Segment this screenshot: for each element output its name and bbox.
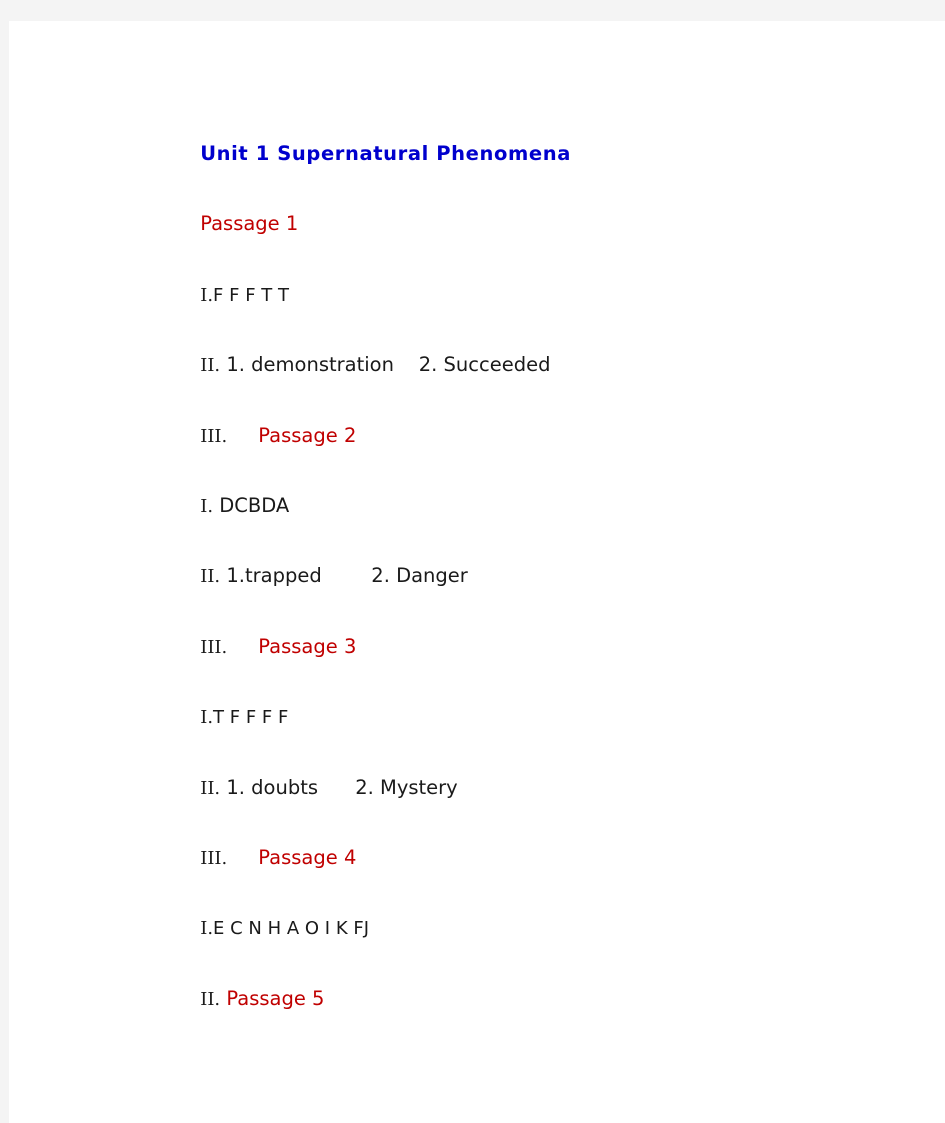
answer-text-p1-iii bbox=[227, 424, 258, 447]
answer-line-p3-i: I.T F F F F bbox=[163, 669, 923, 739]
roman-numeral-ii: II. bbox=[200, 777, 221, 799]
roman-numeral-i: I. bbox=[200, 495, 214, 517]
answer-line-p3-iii: III. Passage 4 bbox=[163, 810, 923, 880]
page-title: Unit 1 Supernatural Phenomena bbox=[200, 142, 571, 165]
answer-text-p3-iii bbox=[227, 846, 258, 869]
roman-numeral-ii: II. bbox=[200, 566, 221, 588]
answer-line-p4-i: I.E C N H A O I K FJ bbox=[163, 880, 923, 950]
document-body: Unit 1 Supernatural Phenomena Passage 1 … bbox=[163, 106, 923, 1021]
roman-numeral-i: I. bbox=[200, 918, 214, 940]
answer-line-p2-i: I. DCBDA bbox=[163, 458, 923, 528]
roman-numeral-i: I. bbox=[200, 707, 214, 729]
answer-line-p2-ii: II. 1.trapped 2. Danger bbox=[163, 528, 923, 598]
answer-text-p3-i: T F F F F bbox=[213, 707, 289, 729]
answer-line-p3-ii: II. 1. doubts 2. Mystery bbox=[163, 740, 923, 810]
roman-numeral-iii: III. bbox=[200, 847, 228, 869]
answer-text-p1-i: F F F T T bbox=[213, 284, 289, 306]
answer-text-p4-i: E C N H A O I K FJ bbox=[213, 918, 370, 940]
passage-heading-5: Passage 5 bbox=[226, 986, 325, 1010]
answer-line-p2-iii: III. Passage 3 bbox=[163, 599, 923, 669]
passage-heading-2: Passage 2 bbox=[258, 423, 357, 447]
document-page: Unit 1 Supernatural Phenomena Passage 1 … bbox=[9, 21, 945, 1123]
passage-heading-4: Passage 4 bbox=[258, 845, 357, 869]
document-heading-line: Unit 1 Supernatural Phenomena bbox=[163, 106, 923, 176]
answer-text-p2-iii bbox=[227, 635, 258, 658]
answer-line-p1-ii: II. 1. demonstration 2. Succeeded bbox=[163, 317, 923, 387]
roman-numeral-ii: II. bbox=[200, 355, 221, 377]
answer-line-p1-i: I.F F F T T bbox=[163, 247, 923, 317]
answer-text-p2-i: DCBDA bbox=[213, 493, 290, 517]
roman-numeral-iii: III. bbox=[200, 425, 228, 447]
roman-numeral-i: I. bbox=[200, 284, 214, 306]
roman-numeral-ii: II. bbox=[200, 988, 221, 1010]
answer-text-p3-ii: 1. doubts 2. Mystery bbox=[220, 775, 458, 799]
passage-heading-3: Passage 3 bbox=[258, 634, 357, 658]
answer-text-p2-ii: 1.trapped 2. Danger bbox=[220, 564, 468, 588]
answer-line-p4-ii: II. Passage 5 bbox=[163, 951, 923, 1021]
roman-numeral-iii: III. bbox=[200, 636, 228, 658]
answer-text-p1-ii: 1. demonstration 2. Succeeded bbox=[220, 353, 551, 377]
answer-line-p1-iii: III. Passage 2 bbox=[163, 388, 923, 458]
passage-heading-1: Passage 1 bbox=[200, 212, 299, 236]
passage-heading-line-1: Passage 1 bbox=[163, 176, 923, 246]
